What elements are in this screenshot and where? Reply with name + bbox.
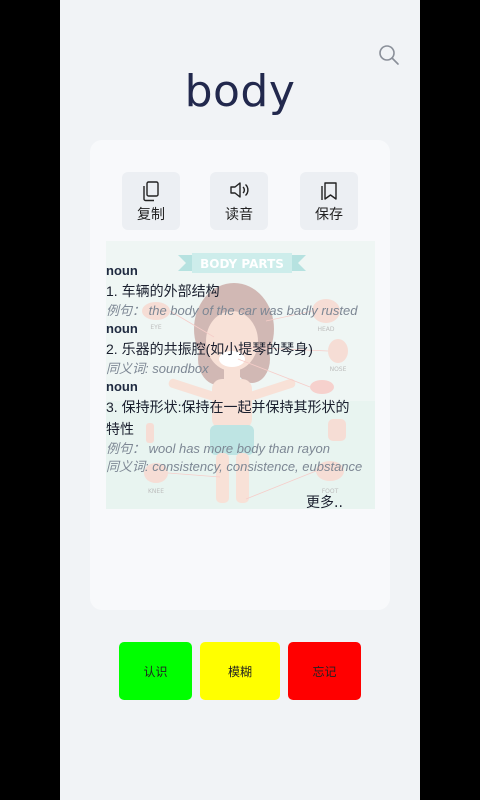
bookmark-icon bbox=[321, 182, 337, 200]
vague-button[interactable]: 模糊 bbox=[200, 642, 280, 700]
synonym-3: 同义词: consistency, consistence, eubstance bbox=[106, 459, 363, 474]
definition-3-line-1: 3. 保持形状:保持在一起并保持其形状的 bbox=[106, 399, 350, 415]
forgot-button[interactable]: 忘记 bbox=[288, 642, 361, 700]
definition-3-line-2: 特性 bbox=[106, 421, 134, 437]
definition-1: 1. 车辆的外部结构 bbox=[106, 283, 220, 299]
example-3: 例句： wool has more body than rayon bbox=[106, 441, 330, 456]
synonym-2: 同义词: soundbox bbox=[106, 361, 209, 376]
read-aloud-button[interactable]: 读音 bbox=[210, 172, 268, 230]
part-of-speech: noun bbox=[106, 321, 138, 336]
copy-label: 复制 bbox=[137, 207, 165, 223]
know-button[interactable]: 认识 bbox=[119, 642, 192, 700]
save-label: 保存 bbox=[315, 207, 343, 223]
phone-screen: body 复制 读音 保存 BODY PARTS EYE HEAD NOSE F… bbox=[60, 0, 420, 800]
part-of-speech: noun bbox=[106, 379, 138, 394]
definitions-list: noun 1. 车辆的外部结构 例句： the body of the car … bbox=[106, 262, 378, 476]
read-aloud-label: 读音 bbox=[225, 207, 253, 223]
word-title: body bbox=[184, 66, 296, 117]
more-link[interactable]: 更多.. bbox=[306, 492, 343, 512]
search-button[interactable] bbox=[378, 44, 400, 66]
example-1: 例句： the body of the car was badly rusted bbox=[106, 303, 358, 318]
copy-icon bbox=[143, 181, 159, 202]
search-icon bbox=[379, 45, 399, 65]
speaker-icon bbox=[230, 182, 249, 198]
copy-button[interactable]: 复制 bbox=[122, 172, 180, 230]
part-of-speech: noun bbox=[106, 263, 138, 278]
word-card: 复制 读音 保存 BODY PARTS EYE HEAD NOSE FOOT K… bbox=[90, 140, 390, 610]
save-button[interactable]: 保存 bbox=[300, 172, 358, 230]
definition-2: 2. 乐器的共振腔(如小提琴的琴身) bbox=[106, 341, 313, 357]
